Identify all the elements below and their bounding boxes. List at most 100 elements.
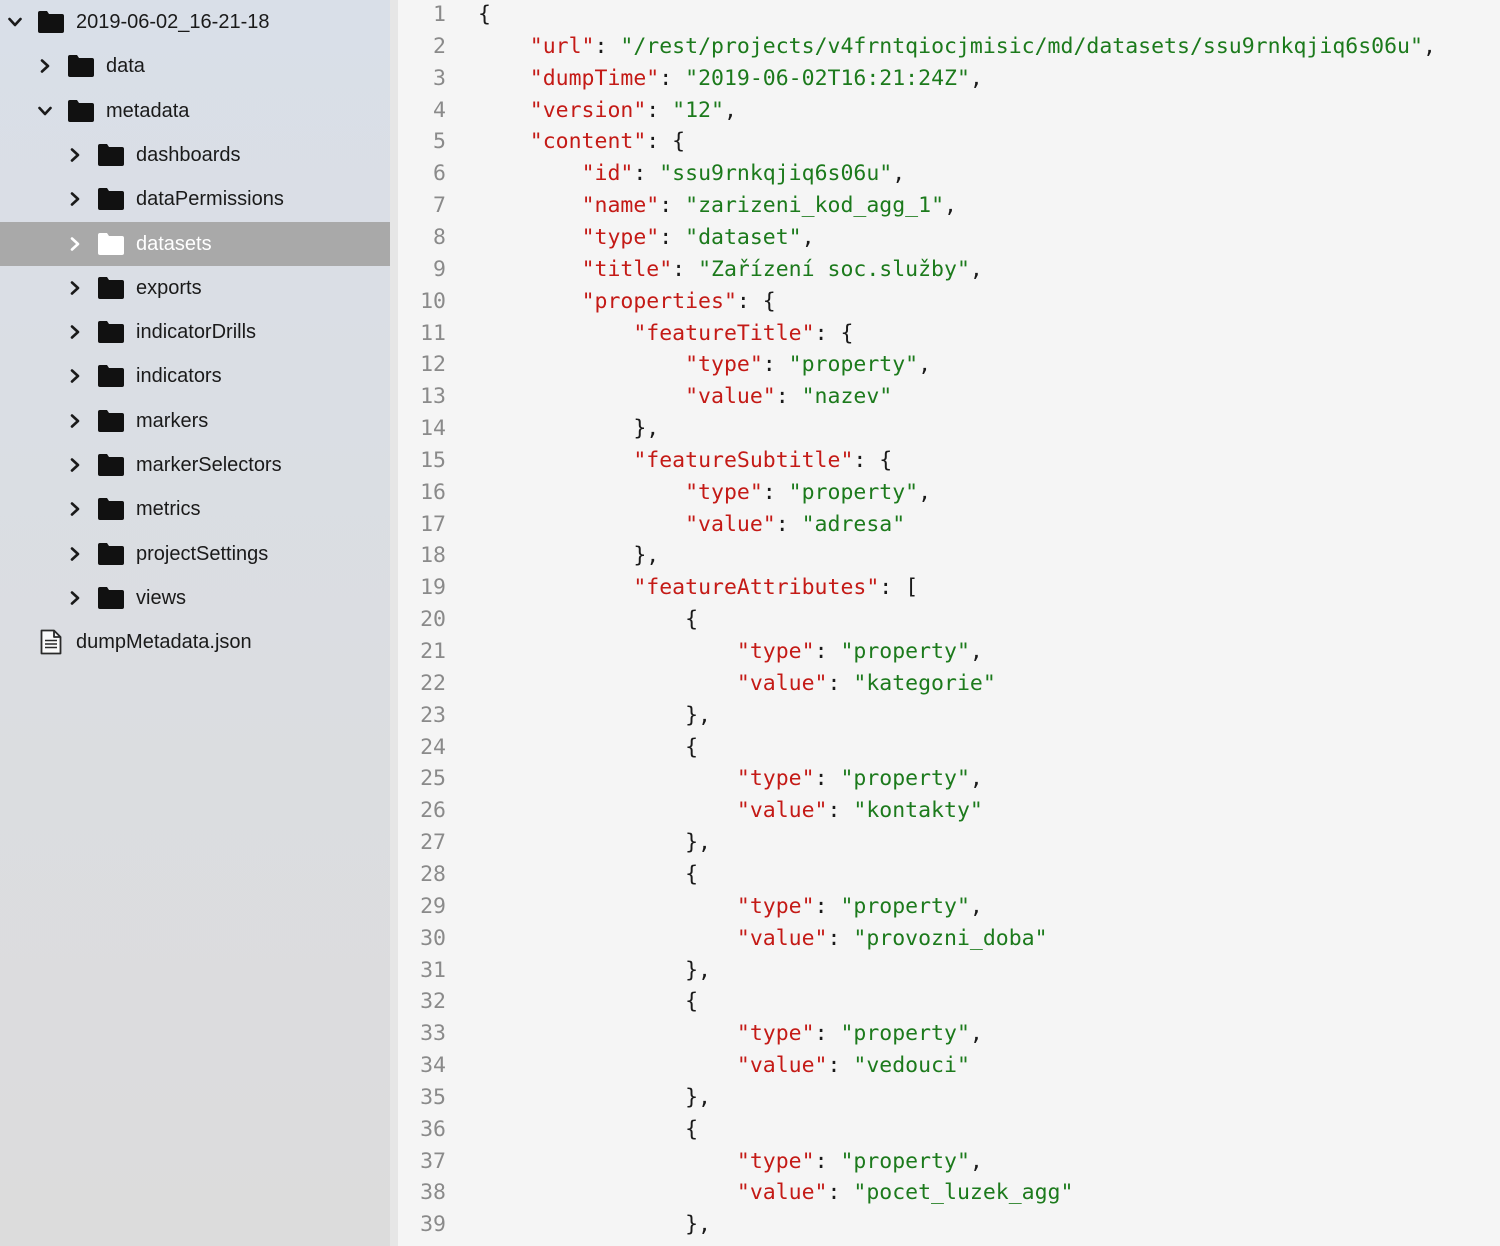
chevron-right-icon[interactable] xyxy=(68,547,82,561)
json-string-value: "2019-06-02T16:21:24Z" xyxy=(685,65,970,91)
chevron-right-icon[interactable] xyxy=(68,237,82,251)
chevron-down-icon[interactable] xyxy=(38,104,52,118)
code-text: { xyxy=(478,862,698,887)
code-line: 38 "value": "pocet_luzek_agg" xyxy=(398,1176,1500,1208)
code-line: 10 "properties": { xyxy=(398,285,1500,317)
chevron-right-icon[interactable] xyxy=(68,192,82,206)
json-string-value: "pocet_luzek_agg" xyxy=(853,1179,1074,1205)
chevron-right-icon[interactable] xyxy=(68,414,82,428)
json-punctuation: { xyxy=(840,320,854,346)
json-separator: : xyxy=(853,447,880,473)
json-punctuation: , xyxy=(969,765,983,791)
folder-icon xyxy=(98,543,124,565)
json-key: "properties" xyxy=(581,288,737,314)
tree-folder-views[interactable]: views xyxy=(0,576,390,620)
tree-folder-indicators[interactable]: indicators xyxy=(0,354,390,398)
tree-folder-markerselectors[interactable]: markerSelectors xyxy=(0,443,390,487)
code-line: 15 "featureSubtitle": { xyxy=(398,444,1500,476)
code-text: "content": { xyxy=(478,129,685,154)
code-text: }, xyxy=(478,703,711,728)
tree-folder-dashboards[interactable]: dashboards xyxy=(0,133,390,177)
tree-file-dumpmetadata-json[interactable]: dumpMetadata.json xyxy=(0,620,390,664)
tree-folder-exports[interactable]: exports xyxy=(0,266,390,310)
json-separator: : xyxy=(775,383,802,409)
tree-item-label: datasets xyxy=(136,232,212,255)
tree-root-folder[interactable]: 2019-06-02_16-21-18 xyxy=(0,0,390,44)
folder-icon xyxy=(98,587,124,609)
json-punctuation: , xyxy=(969,65,983,91)
code-line: 36 { xyxy=(398,1113,1500,1145)
folder-icon xyxy=(98,454,124,476)
sidebar-divider[interactable] xyxy=(390,0,398,1246)
json-key: "url" xyxy=(529,33,595,59)
json-key: "featureTitle" xyxy=(633,320,815,346)
code-text: }, xyxy=(478,1212,711,1237)
line-number: 12 xyxy=(420,351,446,377)
json-punctuation: }, xyxy=(685,957,711,983)
tree-folder-indicatordrills[interactable]: indicatorDrills xyxy=(0,310,390,354)
line-number: 8 xyxy=(433,224,446,250)
tree-folder-datapermissions[interactable]: dataPermissions xyxy=(0,177,390,221)
json-key: "value" xyxy=(685,511,776,537)
json-separator: : xyxy=(659,192,686,218)
chevron-right-icon[interactable] xyxy=(68,148,82,162)
json-key: "version" xyxy=(529,97,647,123)
line-number: 24 xyxy=(420,734,446,760)
json-separator: : xyxy=(827,925,854,951)
tree-item-label: dumpMetadata.json xyxy=(76,630,252,653)
line-number: 1 xyxy=(433,1,446,27)
chevron-right-icon[interactable] xyxy=(68,325,82,339)
json-punctuation: , xyxy=(918,479,932,505)
tree-item-label: metadata xyxy=(106,99,190,122)
code-text: { xyxy=(478,735,698,760)
code-line: 12 "type": "property", xyxy=(398,348,1500,380)
json-key: "value" xyxy=(736,1179,828,1205)
code-line: 31 }, xyxy=(398,954,1500,986)
tree-folder-data[interactable]: data xyxy=(0,44,390,88)
chevron-right-icon[interactable] xyxy=(68,369,82,383)
json-string-value: "Zařízení soc.služby" xyxy=(698,256,970,282)
line-number: 34 xyxy=(420,1052,446,1078)
code-line: 8 "type": "dataset", xyxy=(398,221,1500,253)
json-string-value: "property" xyxy=(840,1148,970,1174)
json-separator: : xyxy=(814,893,841,919)
line-number: 25 xyxy=(420,765,446,791)
code-text: "properties": { xyxy=(478,289,776,314)
chevron-right-icon[interactable] xyxy=(68,458,82,472)
tree-folder-projectsettings[interactable]: projectSettings xyxy=(0,532,390,576)
json-key: "featureSubtitle" xyxy=(633,447,854,473)
code-line: 17 "value": "adresa" xyxy=(398,508,1500,540)
tree-folder-metadata[interactable]: metadata xyxy=(0,89,390,133)
code-line: 30 "value": "provozni_doba" xyxy=(398,922,1500,954)
json-key: "type" xyxy=(736,1148,815,1174)
json-string-value: "property" xyxy=(788,479,919,505)
chevron-down-icon[interactable] xyxy=(8,15,22,29)
tree-folder-markers[interactable]: markers xyxy=(0,399,390,443)
json-punctuation: { xyxy=(478,1,491,27)
code-editor[interactable]: 1{2 "url": "/rest/projects/v4frntqiocjmi… xyxy=(398,0,1500,1246)
chevron-right-icon[interactable] xyxy=(38,59,52,73)
chevron-right-icon[interactable] xyxy=(68,502,82,516)
chevron-right-icon[interactable] xyxy=(68,591,82,605)
line-number: 27 xyxy=(420,829,446,855)
tree-folder-metrics[interactable]: metrics xyxy=(0,487,390,531)
json-separator: : xyxy=(814,1020,841,1046)
code-line: 4 "version": "12", xyxy=(398,94,1500,126)
tree-folder-datasets[interactable]: datasets xyxy=(0,222,390,266)
json-string-value: "kontakty" xyxy=(853,797,983,823)
code-line: 6 "id": "ssu9rnkqjiq6s06u", xyxy=(398,157,1500,189)
json-punctuation: { xyxy=(685,606,699,632)
json-separator: : xyxy=(646,128,673,154)
json-key: "type" xyxy=(581,224,660,250)
chevron-right-icon[interactable] xyxy=(68,281,82,295)
tree-item-label: exports xyxy=(136,276,202,299)
code-line: 27 }, xyxy=(398,826,1500,858)
code-line: 25 "type": "property", xyxy=(398,762,1500,794)
tree-item-label: markerSelectors xyxy=(136,453,282,476)
file-tree-sidebar[interactable]: 2019-06-02_16-21-18 data metadata dashboard… xyxy=(0,0,390,1246)
folder-icon xyxy=(38,11,64,33)
code-text: "type": "property", xyxy=(478,766,983,791)
code-line: 21 "type": "property", xyxy=(398,635,1500,667)
line-number: 35 xyxy=(420,1084,446,1110)
json-separator: : xyxy=(775,511,802,537)
